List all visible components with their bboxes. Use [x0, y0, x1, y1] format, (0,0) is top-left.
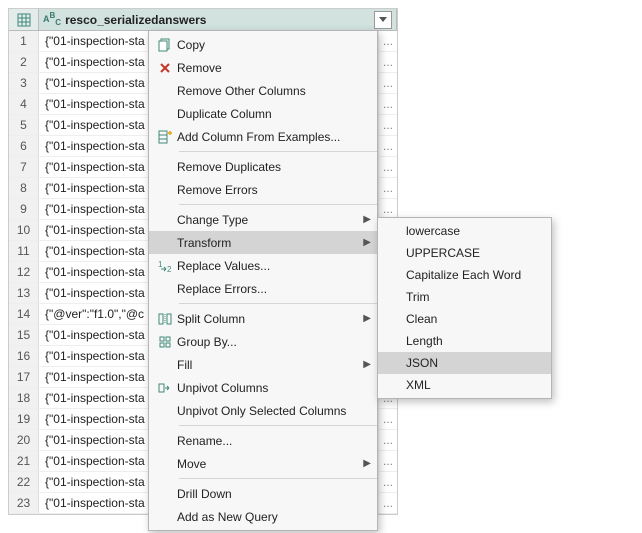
- menu-separator: [179, 151, 377, 152]
- submenu-json[interactable]: JSON: [378, 352, 551, 374]
- row-number: 5: [9, 115, 39, 135]
- truncation-indicator: ...: [379, 430, 397, 450]
- menu-split-column[interactable]: Split Column ▶: [149, 307, 377, 330]
- row-number: 21: [9, 451, 39, 471]
- truncation-indicator: ...: [379, 115, 397, 135]
- row-number: 14: [9, 304, 39, 324]
- menu-remove[interactable]: Remove: [149, 56, 377, 79]
- menu-move[interactable]: Move ▶: [149, 452, 377, 475]
- submenu-uppercase[interactable]: UPPERCASE: [378, 242, 551, 264]
- column-name-label: resco_serializedanswers: [65, 13, 374, 27]
- row-number: 16: [9, 346, 39, 366]
- menu-separator: [179, 204, 377, 205]
- row-number: 11: [9, 241, 39, 261]
- truncation-indicator: ...: [379, 451, 397, 471]
- submenu-arrow-icon: ▶: [363, 237, 371, 248]
- row-number: 9: [9, 199, 39, 219]
- truncation-indicator: ...: [379, 94, 397, 114]
- svg-text:2: 2: [167, 265, 172, 273]
- menu-remove-other-columns[interactable]: Remove Other Columns: [149, 79, 377, 102]
- submenu-arrow-icon: ▶: [363, 458, 371, 469]
- row-number: 15: [9, 325, 39, 345]
- table-corner-button[interactable]: [9, 9, 39, 30]
- truncation-indicator: ...: [379, 52, 397, 72]
- group-icon: [153, 335, 177, 349]
- truncation-indicator: ...: [379, 136, 397, 156]
- menu-group-by[interactable]: Group By...: [149, 330, 377, 353]
- submenu-xml[interactable]: XML: [378, 374, 551, 396]
- submenu-arrow-icon: ▶: [363, 313, 371, 324]
- menu-rename[interactable]: Rename...: [149, 429, 377, 452]
- svg-text:1: 1: [158, 260, 163, 269]
- row-number: 19: [9, 409, 39, 429]
- text-type-icon: ABC: [43, 12, 61, 27]
- menu-add-column-from-examples[interactable]: Add Column From Examples...: [149, 125, 377, 148]
- menu-separator: [179, 303, 377, 304]
- remove-icon: [153, 61, 177, 75]
- transform-submenu: lowercase UPPERCASE Capitalize Each Word…: [377, 217, 552, 399]
- row-number: 12: [9, 262, 39, 282]
- column-header[interactable]: ABC resco_serializedanswers: [39, 9, 397, 30]
- row-number: 4: [9, 94, 39, 114]
- table-icon: [17, 13, 31, 27]
- menu-separator: [179, 425, 377, 426]
- submenu-length[interactable]: Length: [378, 330, 551, 352]
- copy-icon: [153, 38, 177, 52]
- replace-icon: 12: [153, 259, 177, 273]
- split-icon: [153, 312, 177, 326]
- row-number: 8: [9, 178, 39, 198]
- truncation-indicator: ...: [379, 157, 397, 177]
- row-number: 6: [9, 136, 39, 156]
- row-number: 17: [9, 367, 39, 387]
- submenu-arrow-icon: ▶: [363, 359, 371, 370]
- row-number: 7: [9, 157, 39, 177]
- submenu-capitalize[interactable]: Capitalize Each Word: [378, 264, 551, 286]
- menu-remove-duplicates[interactable]: Remove Duplicates: [149, 155, 377, 178]
- menu-copy[interactable]: Copy: [149, 33, 377, 56]
- row-number: 1: [9, 31, 39, 51]
- menu-fill[interactable]: Fill ▶: [149, 353, 377, 376]
- row-number: 2: [9, 52, 39, 72]
- truncation-indicator: ...: [379, 178, 397, 198]
- submenu-lowercase[interactable]: lowercase: [378, 220, 551, 242]
- chevron-down-icon: [379, 17, 387, 22]
- table-header-row: ABC resco_serializedanswers: [9, 9, 397, 31]
- submenu-clean[interactable]: Clean: [378, 308, 551, 330]
- truncation-indicator: ...: [379, 409, 397, 429]
- menu-change-type[interactable]: Change Type ▶: [149, 208, 377, 231]
- menu-duplicate-column[interactable]: Duplicate Column: [149, 102, 377, 125]
- truncation-indicator: ...: [379, 199, 397, 219]
- column-context-menu: Copy Remove Remove Other Columns Duplica…: [148, 30, 378, 531]
- truncation-indicator: ...: [379, 493, 397, 513]
- row-number: 18: [9, 388, 39, 408]
- menu-remove-errors[interactable]: Remove Errors: [149, 178, 377, 201]
- row-number: 10: [9, 220, 39, 240]
- row-number: 23: [9, 493, 39, 513]
- column-filter-dropdown[interactable]: [374, 11, 392, 29]
- row-number: 20: [9, 430, 39, 450]
- truncation-indicator: ...: [379, 472, 397, 492]
- row-number: 3: [9, 73, 39, 93]
- menu-replace-errors[interactable]: Replace Errors...: [149, 277, 377, 300]
- menu-separator: [179, 478, 377, 479]
- menu-replace-values[interactable]: 12 Replace Values...: [149, 254, 377, 277]
- submenu-trim[interactable]: Trim: [378, 286, 551, 308]
- row-number: 13: [9, 283, 39, 303]
- unpivot-icon: [153, 381, 177, 395]
- truncation-indicator: ...: [379, 73, 397, 93]
- menu-add-as-new-query[interactable]: Add as New Query: [149, 505, 377, 528]
- menu-unpivot-columns[interactable]: Unpivot Columns: [149, 376, 377, 399]
- row-number: 22: [9, 472, 39, 492]
- submenu-arrow-icon: ▶: [363, 214, 371, 225]
- menu-transform[interactable]: Transform ▶: [149, 231, 377, 254]
- menu-unpivot-selected[interactable]: Unpivot Only Selected Columns: [149, 399, 377, 422]
- add-column-icon: [153, 130, 177, 144]
- menu-drill-down[interactable]: Drill Down: [149, 482, 377, 505]
- truncation-indicator: ...: [379, 31, 397, 51]
